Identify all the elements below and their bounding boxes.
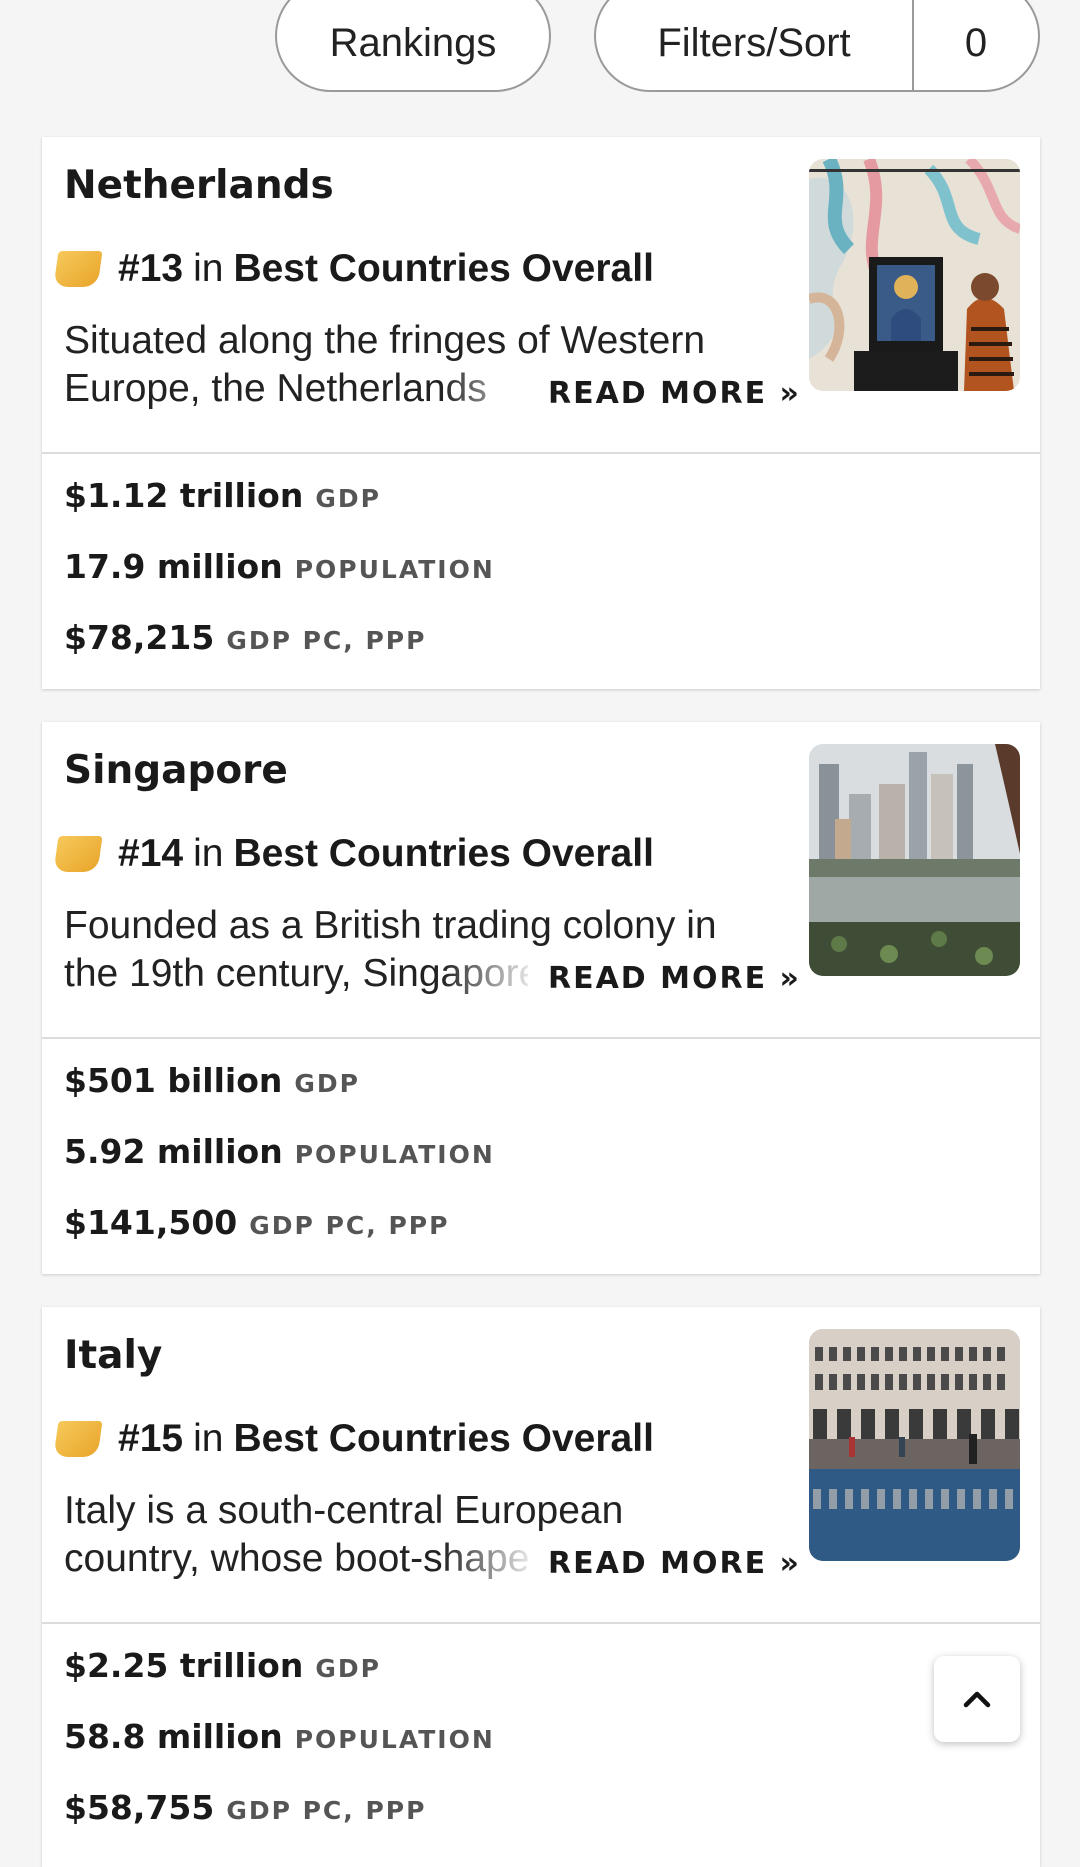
rank-line[interactable]: #14 in Best Countries Overall (53, 832, 654, 876)
stat-value: 58.8 million (64, 1717, 283, 1756)
rank-number: #15 (118, 1417, 184, 1460)
stat-gdp: $1.12 trillion GDP (64, 476, 1018, 547)
stat-value: $78,215 (64, 618, 215, 657)
stats-list: $1.12 trillion GDP 17.9 million POPULATI… (42, 454, 1040, 689)
read-more-link[interactable]: READ MORE » (528, 365, 801, 421)
stat-unit: GDP PC, PPP (226, 626, 427, 655)
stat-unit: POPULATION (294, 555, 495, 584)
chevron-up-icon (963, 1691, 991, 1708)
rank-line[interactable]: #13 in Best Countries Overall (53, 247, 654, 291)
filters-sort-button[interactable]: Filters/Sort 0 (594, 0, 1040, 92)
filters-sort-label: Filters/Sort (657, 20, 851, 65)
country-name[interactable]: Singapore (64, 748, 288, 793)
stat-value: $501 billion (64, 1061, 283, 1100)
country-name[interactable]: Netherlands (64, 163, 334, 208)
stat-gdp-pc: $78,215 GDP PC, PPP (64, 618, 1018, 689)
country-card: Singapore #14 in Best Countries Overall … (42, 722, 1040, 1274)
stat-population: 58.8 million POPULATION (64, 1717, 1018, 1788)
stat-value: $2.25 trillion (64, 1646, 304, 1685)
stat-value: $58,755 (64, 1788, 215, 1827)
city-skyline-photo[interactable] (809, 744, 1020, 976)
country-card: Italy #15 in Best Countries Overall Ital… (42, 1307, 1040, 1867)
filter-bar: Rankings Filters/Sort 0 (0, 0, 1080, 120)
stat-population: 5.92 million POPULATION (64, 1132, 1018, 1203)
badge-icon (53, 836, 103, 872)
venice-palace-photo[interactable] (809, 1329, 1020, 1561)
stat-population: 17.9 million POPULATION (64, 547, 1018, 618)
read-more-link[interactable]: READ MORE » (528, 950, 801, 1006)
rank-number: #13 (118, 247, 184, 290)
stat-value: $1.12 trillion (64, 476, 304, 515)
stat-gdp-pc: $141,500 GDP PC, PPP (64, 1203, 1018, 1274)
stat-unit: GDP (294, 1069, 360, 1098)
rankings-label: Rankings (329, 20, 497, 65)
stat-unit: GDP PC, PPP (226, 1796, 427, 1825)
stat-value: $141,500 (64, 1203, 238, 1242)
rank-in: in (193, 1417, 224, 1460)
rank-number: #14 (118, 832, 184, 875)
rank-list: Best Countries Overall (233, 247, 654, 290)
stat-unit: POPULATION (294, 1725, 495, 1754)
stat-gdp: $501 billion GDP (64, 1061, 1018, 1132)
stat-gdp: $2.25 trillion GDP (64, 1646, 1018, 1717)
stat-gdp-pc: $58,755 GDP PC, PPP (64, 1788, 1018, 1859)
badge-icon (53, 251, 103, 287)
stats-list: $501 billion GDP 5.92 million POPULATION… (42, 1039, 1040, 1274)
stats-list: $2.25 trillion GDP 58.8 million POPULATI… (42, 1624, 1040, 1859)
stat-unit: GDP PC, PPP (249, 1211, 450, 1240)
rank-list: Best Countries Overall (233, 832, 654, 875)
country-name[interactable]: Italy (64, 1333, 162, 1378)
badge-icon (53, 1421, 103, 1457)
scroll-to-top-button[interactable] (934, 1656, 1020, 1742)
stat-unit: POPULATION (294, 1140, 495, 1169)
rank-in: in (193, 247, 224, 290)
stat-value: 5.92 million (64, 1132, 283, 1171)
stat-value: 17.9 million (64, 547, 283, 586)
filter-count: 0 (964, 20, 988, 65)
museum-painting-photo[interactable] (809, 159, 1020, 391)
rankings-button[interactable]: Rankings (275, 0, 551, 92)
rank-in: in (193, 832, 224, 875)
read-more-link[interactable]: READ MORE » (528, 1535, 801, 1591)
country-card: Netherlands #13 in Best Countries Overal… (42, 137, 1040, 689)
rank-line[interactable]: #15 in Best Countries Overall (53, 1417, 654, 1461)
stat-unit: GDP (315, 484, 381, 513)
rank-list: Best Countries Overall (233, 1417, 654, 1460)
stat-unit: GDP (315, 1654, 381, 1683)
